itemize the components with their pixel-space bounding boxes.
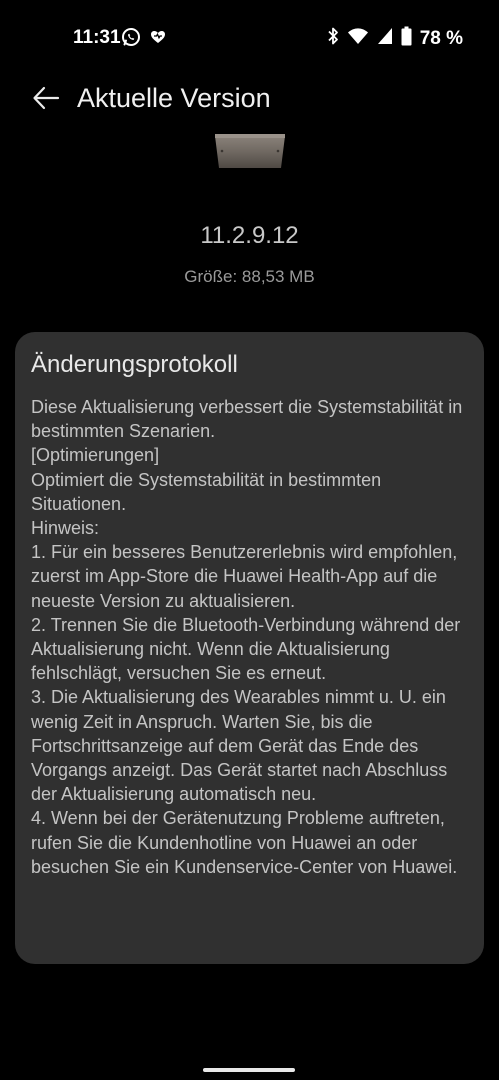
changelog-title: Änderungsprotokoll	[31, 351, 238, 378]
battery-icon	[401, 26, 412, 51]
status-bar: 11:31 78 %	[0, 0, 499, 78]
arrow-left-icon	[31, 83, 61, 118]
system-status-icons: 78 %	[327, 26, 463, 51]
bluetooth-icon	[327, 26, 339, 51]
signal-icon	[377, 27, 393, 50]
wifi-icon	[347, 27, 369, 50]
changelog-body: Diese Aktualisierung verbessert die Syst…	[31, 397, 463, 877]
changelog-card[interactable]: Änderungsprotokoll Diese Aktualisierung …	[15, 332, 484, 964]
battery-percentage: 78 %	[419, 27, 463, 49]
whatsapp-icon	[121, 27, 141, 52]
notification-icons	[121, 27, 167, 52]
back-button[interactable]	[26, 80, 66, 120]
wearable-device-image	[214, 134, 286, 170]
app-bar: Aktuelle Version	[0, 72, 499, 128]
heart-notification-icon	[149, 28, 167, 51]
version-size: Größe: 88,53 MB	[184, 267, 315, 286]
version-number: 11.2.9.12	[200, 222, 299, 249]
home-indicator[interactable]	[203, 1068, 295, 1072]
status-time: 11:31	[73, 27, 121, 48]
page-title: Aktuelle Version	[77, 83, 271, 113]
